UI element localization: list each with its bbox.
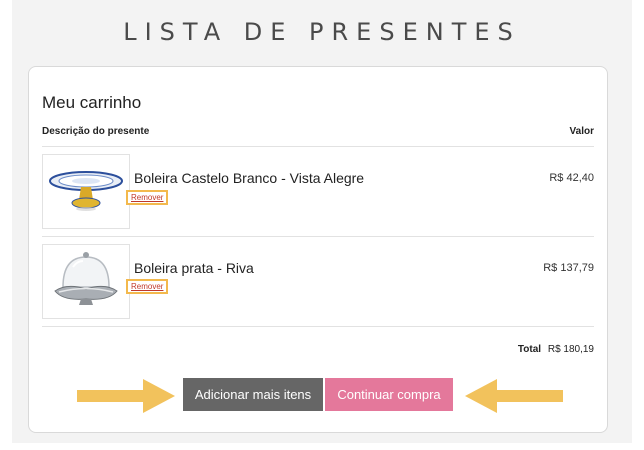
item-price: R$ 137,79 xyxy=(543,262,594,274)
divider xyxy=(42,236,594,237)
product-image-cake-stand-blue[interactable] xyxy=(42,154,130,229)
item-name: Boleira prata - Riva xyxy=(134,260,254,276)
cake-stand-blue-image xyxy=(49,171,123,211)
continue-purchase-button[interactable]: Continuar compra xyxy=(325,378,453,411)
total-value: R$ 180,19 xyxy=(547,344,594,355)
item-price: R$ 42,40 xyxy=(549,172,594,184)
remove-item-link[interactable]: Remover xyxy=(126,279,169,294)
total-label: Total xyxy=(517,344,542,355)
divider xyxy=(42,146,594,147)
cake-stand-silver-image xyxy=(54,252,118,305)
product-image-cake-stand-silver[interactable] xyxy=(42,244,130,319)
remove-item-link[interactable]: Remover xyxy=(126,190,169,205)
arrow-left-icon xyxy=(465,379,563,413)
value-column-header: Valor xyxy=(569,126,594,137)
description-column-header: Descrição do presente xyxy=(42,126,150,137)
page-title: LISTA DE PRESENTES xyxy=(123,18,521,46)
add-more-items-button[interactable]: Adicionar mais itens xyxy=(183,378,323,411)
item-name: Boleira Castelo Branco - Vista Alegre xyxy=(134,170,365,186)
cart-heading: Meu carrinho xyxy=(42,93,142,112)
divider xyxy=(42,326,594,327)
arrow-right-icon xyxy=(77,379,175,413)
cart-total: Total R$ 180,19 xyxy=(518,344,594,355)
cart-panel: Meu carrinho Descrição do presente Valor… xyxy=(28,66,608,433)
